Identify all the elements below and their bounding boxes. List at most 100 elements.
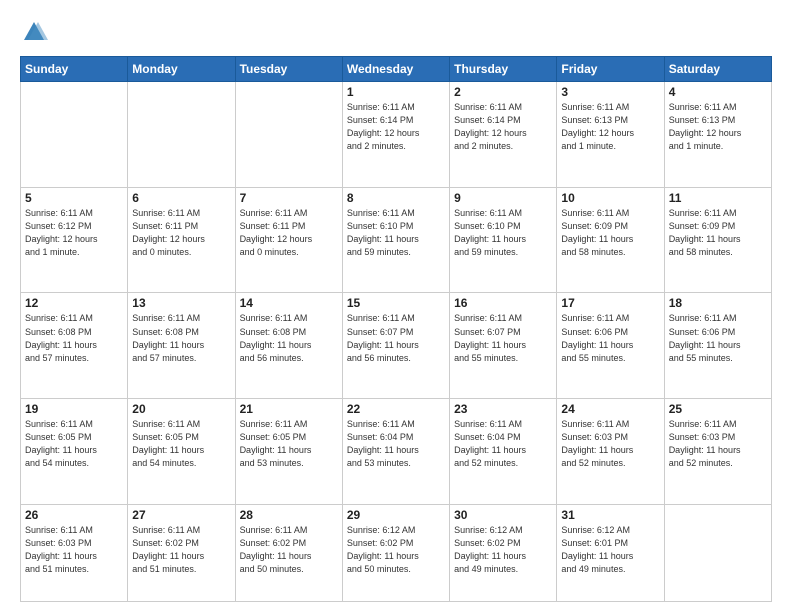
day-number: 30: [454, 508, 552, 522]
day-info: Sunrise: 6:11 AM Sunset: 6:03 PM Dayligh…: [25, 524, 123, 576]
col-header-wednesday: Wednesday: [342, 57, 449, 82]
day-info: Sunrise: 6:11 AM Sunset: 6:05 PM Dayligh…: [132, 418, 230, 470]
calendar-cell: [21, 82, 128, 188]
calendar-cell: 1 Sunrise: 6:11 AM Sunset: 6:14 PM Daylig…: [342, 82, 449, 188]
day-number: 14: [240, 296, 338, 310]
day-number: 24: [561, 402, 659, 416]
header: [20, 18, 772, 46]
day-number: 11: [669, 191, 767, 205]
calendar-cell: 8Sunrise: 6:11 AM Sunset: 6:10 PM Daylig…: [342, 187, 449, 293]
calendar-week-1: 1 Sunrise: 6:11 AM Sunset: 6:14 PM Daylig…: [21, 82, 772, 188]
day-info: Sunrise: 6:11 AM Sunset: 6:11 PM Dayligh…: [240, 207, 338, 259]
day-number: 15: [347, 296, 445, 310]
calendar-cell: 24 Sunrise: 6:11 AM Sunset: 6:03 PM Dayli…: [557, 399, 664, 505]
calendar-cell: 30Sunrise: 6:12 AM Sunset: 6:02 PM Dayli…: [450, 504, 557, 601]
col-header-saturday: Saturday: [664, 57, 771, 82]
calendar-cell: 28Sunrise: 6:11 AM Sunset: 6:02 PM Dayli…: [235, 504, 342, 601]
calendar-cell: 20 Sunrise: 6:11 AM Sunset: 6:05 PM Dayli…: [128, 399, 235, 505]
day-info: Sunrise: 6:11 AM Sunset: 6:13 PM Dayligh…: [561, 101, 659, 153]
day-number: 18: [669, 296, 767, 310]
calendar-week-3: 12 Sunrise: 6:11 AM Sunset: 6:08 PM Dayli…: [21, 293, 772, 399]
calendar-cell: 9 Sunrise: 6:11 AM Sunset: 6:10 PM Daylig…: [450, 187, 557, 293]
calendar-cell: 22Sunrise: 6:11 AM Sunset: 6:04 PM Dayli…: [342, 399, 449, 505]
calendar-cell: [128, 82, 235, 188]
day-info: Sunrise: 6:11 AM Sunset: 6:04 PM Dayligh…: [454, 418, 552, 470]
day-number: 9: [454, 191, 552, 205]
calendar-cell: 23 Sunrise: 6:11 AM Sunset: 6:04 PM Dayli…: [450, 399, 557, 505]
day-info: Sunrise: 6:12 AM Sunset: 6:01 PM Dayligh…: [561, 524, 659, 576]
page: SundayMondayTuesdayWednesdayThursdayFrid…: [0, 0, 792, 612]
calendar-cell: 31 Sunrise: 6:12 AM Sunset: 6:01 PM Dayli…: [557, 504, 664, 601]
day-number: 25: [669, 402, 767, 416]
calendar-week-2: 5Sunrise: 6:11 AM Sunset: 6:12 PM Daylig…: [21, 187, 772, 293]
day-number: 13: [132, 296, 230, 310]
day-number: 4: [669, 85, 767, 99]
calendar-header-row: SundayMondayTuesdayWednesdayThursdayFrid…: [21, 57, 772, 82]
day-number: 21: [240, 402, 338, 416]
day-number: 1: [347, 85, 445, 99]
calendar-cell: 16Sunrise: 6:11 AM Sunset: 6:07 PM Dayli…: [450, 293, 557, 399]
day-info: Sunrise: 6:11 AM Sunset: 6:08 PM Dayligh…: [25, 312, 123, 364]
calendar-cell: 17Sunrise: 6:11 AM Sunset: 6:06 PM Dayli…: [557, 293, 664, 399]
day-info: Sunrise: 6:11 AM Sunset: 6:06 PM Dayligh…: [561, 312, 659, 364]
calendar-cell: 4 Sunrise: 6:11 AM Sunset: 6:13 PM Daylig…: [664, 82, 771, 188]
day-number: 2: [454, 85, 552, 99]
day-info: Sunrise: 6:11 AM Sunset: 6:05 PM Dayligh…: [240, 418, 338, 470]
calendar-cell: 6 Sunrise: 6:11 AM Sunset: 6:11 PM Daylig…: [128, 187, 235, 293]
col-header-friday: Friday: [557, 57, 664, 82]
day-info: Sunrise: 6:11 AM Sunset: 6:08 PM Dayligh…: [132, 312, 230, 364]
calendar-week-5: 26 Sunrise: 6:11 AM Sunset: 6:03 PM Dayli…: [21, 504, 772, 601]
day-info: Sunrise: 6:11 AM Sunset: 6:03 PM Dayligh…: [669, 418, 767, 470]
day-info: Sunrise: 6:11 AM Sunset: 6:09 PM Dayligh…: [561, 207, 659, 259]
calendar-cell: 11 Sunrise: 6:11 AM Sunset: 6:09 PM Dayli…: [664, 187, 771, 293]
col-header-sunday: Sunday: [21, 57, 128, 82]
day-info: Sunrise: 6:11 AM Sunset: 6:05 PM Dayligh…: [25, 418, 123, 470]
day-number: 23: [454, 402, 552, 416]
day-info: Sunrise: 6:11 AM Sunset: 6:13 PM Dayligh…: [669, 101, 767, 153]
day-info: Sunrise: 6:11 AM Sunset: 6:14 PM Dayligh…: [347, 101, 445, 153]
calendar-cell: [664, 504, 771, 601]
day-number: 8: [347, 191, 445, 205]
day-number: 27: [132, 508, 230, 522]
calendar-cell: 5Sunrise: 6:11 AM Sunset: 6:12 PM Daylig…: [21, 187, 128, 293]
day-info: Sunrise: 6:11 AM Sunset: 6:02 PM Dayligh…: [240, 524, 338, 576]
calendar-cell: 25 Sunrise: 6:11 AM Sunset: 6:03 PM Dayli…: [664, 399, 771, 505]
day-info: Sunrise: 6:11 AM Sunset: 6:11 PM Dayligh…: [132, 207, 230, 259]
calendar-week-4: 19 Sunrise: 6:11 AM Sunset: 6:05 PM Dayli…: [21, 399, 772, 505]
calendar-cell: 18 Sunrise: 6:11 AM Sunset: 6:06 PM Dayli…: [664, 293, 771, 399]
calendar-cell: 14Sunrise: 6:11 AM Sunset: 6:08 PM Dayli…: [235, 293, 342, 399]
calendar-cell: 10 Sunrise: 6:11 AM Sunset: 6:09 PM Dayli…: [557, 187, 664, 293]
day-info: Sunrise: 6:11 AM Sunset: 6:02 PM Dayligh…: [132, 524, 230, 576]
calendar-cell: 13 Sunrise: 6:11 AM Sunset: 6:08 PM Dayli…: [128, 293, 235, 399]
day-number: 22: [347, 402, 445, 416]
logo-icon: [20, 18, 48, 46]
day-number: 10: [561, 191, 659, 205]
day-number: 5: [25, 191, 123, 205]
calendar-cell: 27 Sunrise: 6:11 AM Sunset: 6:02 PM Dayli…: [128, 504, 235, 601]
calendar-cell: 26 Sunrise: 6:11 AM Sunset: 6:03 PM Dayli…: [21, 504, 128, 601]
day-number: 20: [132, 402, 230, 416]
calendar-cell: 2Sunrise: 6:11 AM Sunset: 6:14 PM Daylig…: [450, 82, 557, 188]
calendar-cell: 21 Sunrise: 6:11 AM Sunset: 6:05 PM Dayli…: [235, 399, 342, 505]
day-info: Sunrise: 6:11 AM Sunset: 6:09 PM Dayligh…: [669, 207, 767, 259]
calendar-cell: 12 Sunrise: 6:11 AM Sunset: 6:08 PM Dayli…: [21, 293, 128, 399]
day-info: Sunrise: 6:12 AM Sunset: 6:02 PM Dayligh…: [347, 524, 445, 576]
col-header-tuesday: Tuesday: [235, 57, 342, 82]
calendar-cell: [235, 82, 342, 188]
day-number: 3: [561, 85, 659, 99]
day-number: 16: [454, 296, 552, 310]
day-info: Sunrise: 6:11 AM Sunset: 6:06 PM Dayligh…: [669, 312, 767, 364]
day-number: 26: [25, 508, 123, 522]
day-number: 7: [240, 191, 338, 205]
day-info: Sunrise: 6:11 AM Sunset: 6:07 PM Dayligh…: [347, 312, 445, 364]
day-number: 31: [561, 508, 659, 522]
day-info: Sunrise: 6:11 AM Sunset: 6:03 PM Dayligh…: [561, 418, 659, 470]
day-number: 29: [347, 508, 445, 522]
calendar-cell: 7 Sunrise: 6:11 AM Sunset: 6:11 PM Daylig…: [235, 187, 342, 293]
day-number: 6: [132, 191, 230, 205]
calendar-cell: 29 Sunrise: 6:12 AM Sunset: 6:02 PM Dayli…: [342, 504, 449, 601]
day-number: 12: [25, 296, 123, 310]
calendar-cell: 19 Sunrise: 6:11 AM Sunset: 6:05 PM Dayli…: [21, 399, 128, 505]
day-number: 19: [25, 402, 123, 416]
day-info: Sunrise: 6:11 AM Sunset: 6:10 PM Dayligh…: [454, 207, 552, 259]
